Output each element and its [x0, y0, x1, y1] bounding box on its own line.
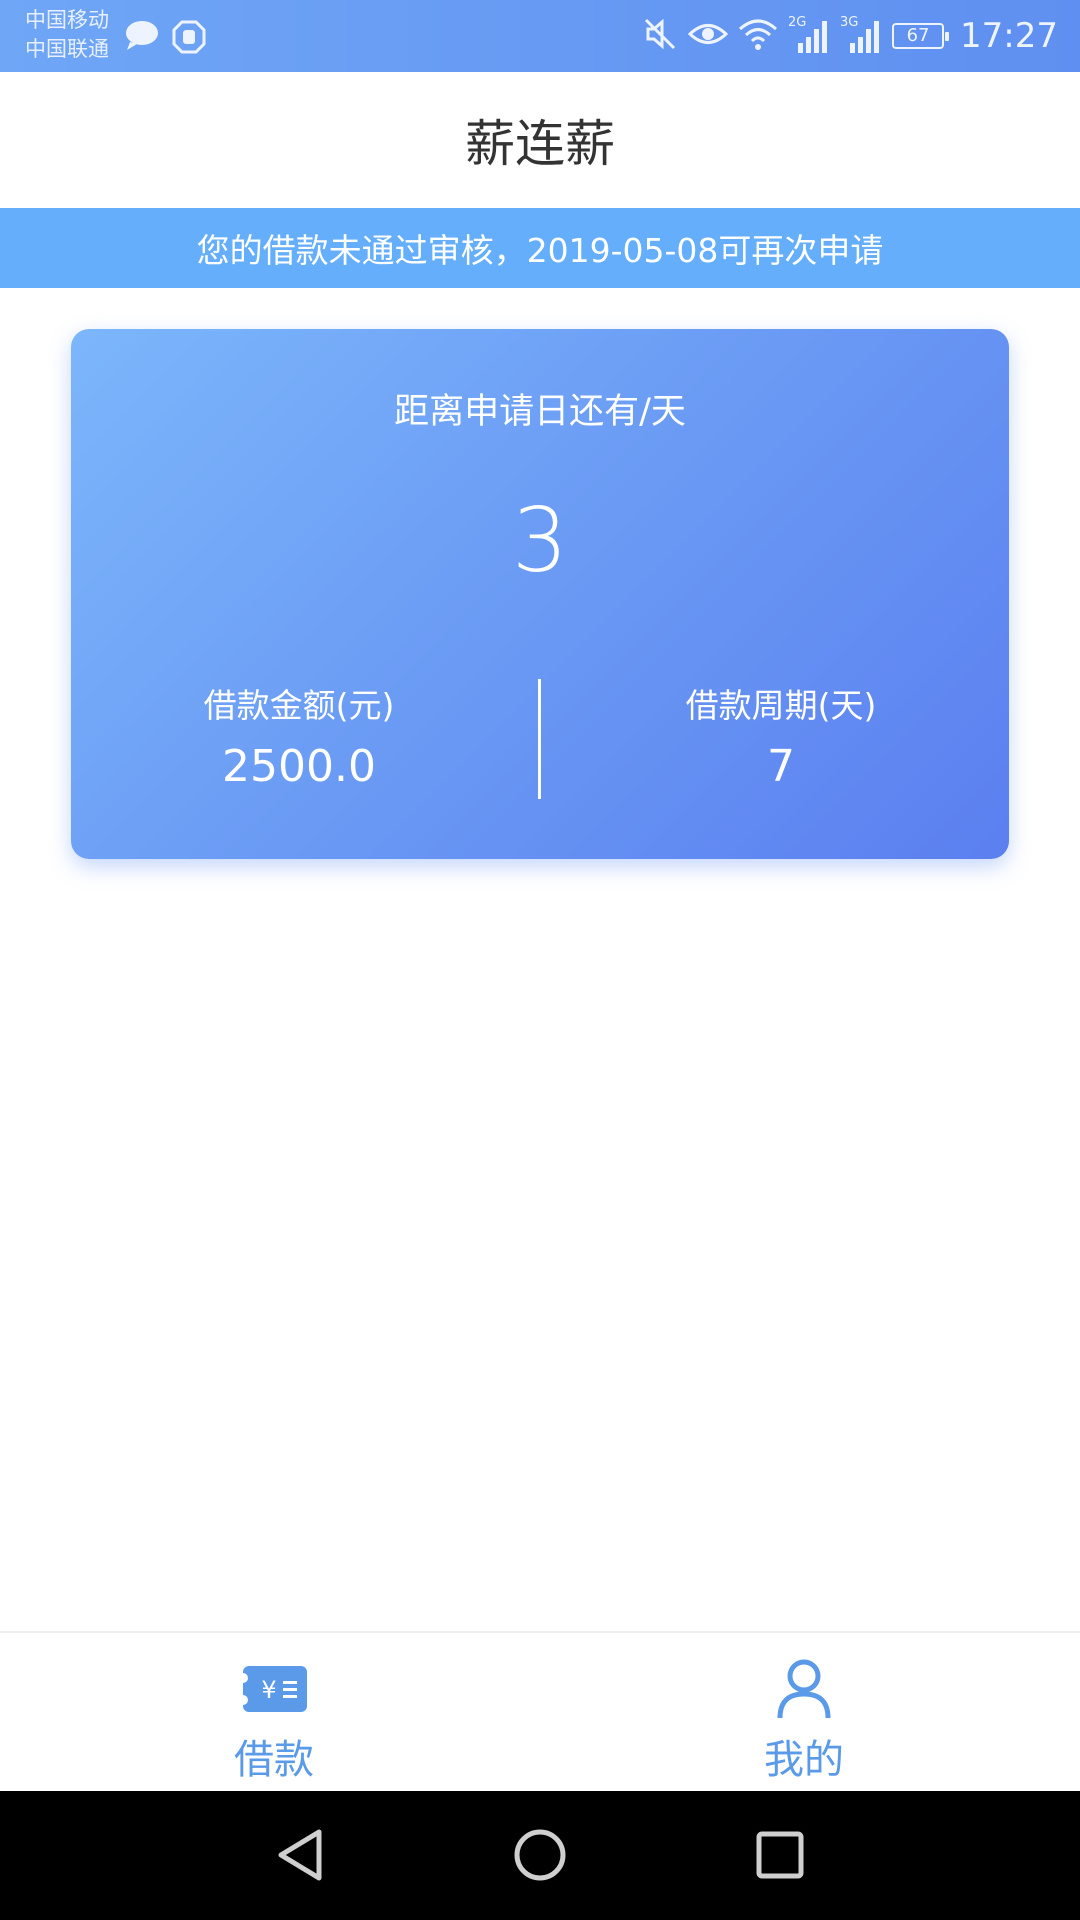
- notice-banner: 您的借款未通过审核，2019-05-08可再次申请: [0, 208, 1080, 288]
- svg-text:¥: ¥: [261, 1676, 276, 1704]
- hand-icon: [172, 20, 206, 58]
- tab-loan[interactable]: ¥ 借款: [124, 1633, 424, 1793]
- network-type-2: 3G: [840, 15, 859, 30]
- status-bar: 中国移动 中国联通 2G 3G 67 17:27: [0, 0, 1080, 72]
- stat-divider: [538, 679, 541, 799]
- status-time: 17:27: [960, 16, 1058, 56]
- wifi-icon: [738, 17, 778, 55]
- signal-icon-3g: 3G: [840, 15, 882, 53]
- network-type-1: 2G: [788, 15, 807, 30]
- page-title: 薪连薪: [465, 115, 615, 173]
- loan-amount-stat: 借款金额(元) 2500.0: [89, 684, 509, 802]
- loan-status-card: 距离申请日还有/天 3 借款金额(元) 2500.0 借款周期(天) 7: [71, 329, 1009, 859]
- user-icon: [776, 1657, 832, 1721]
- days-remaining-value: 3: [512, 489, 568, 592]
- carrier-1: 中国移动: [25, 8, 109, 32]
- loan-period-stat: 借款周期(天) 7: [571, 684, 991, 802]
- bottom-tab-bar: ¥ 借款 我的: [0, 1631, 1080, 1791]
- home-button[interactable]: [508, 1823, 572, 1887]
- signal-icon-2g: 2G: [788, 15, 830, 53]
- notice-text: 您的借款未通过审核，2019-05-08可再次申请: [196, 231, 884, 270]
- carrier-info: 中国移动 中国联通: [25, 6, 109, 64]
- system-nav-bar: [0, 1791, 1080, 1920]
- app-header: 薪连薪: [0, 72, 1080, 208]
- battery-icon: 67: [892, 23, 950, 49]
- loan-period-value: 7: [767, 741, 795, 792]
- tab-mine-label: 我的: [764, 1737, 844, 1783]
- loan-period-label: 借款周期(天): [685, 686, 877, 725]
- back-button[interactable]: [268, 1823, 332, 1887]
- eye-icon: [687, 19, 729, 53]
- recents-button[interactable]: [748, 1823, 812, 1887]
- loan-amount-value: 2500.0: [222, 741, 376, 792]
- loan-icon: ¥: [239, 1657, 309, 1721]
- notification-icons: [124, 20, 206, 58]
- mute-icon: [642, 16, 678, 56]
- tab-mine[interactable]: 我的: [654, 1633, 954, 1793]
- days-remaining-label: 距离申请日还有/天: [394, 392, 686, 432]
- carrier-2: 中国联通: [25, 37, 109, 61]
- system-status: 2G 3G 67 17:27: [642, 14, 1058, 58]
- message-icon: [124, 20, 160, 58]
- loan-amount-label: 借款金额(元): [203, 686, 395, 725]
- tab-loan-label: 借款: [234, 1737, 314, 1783]
